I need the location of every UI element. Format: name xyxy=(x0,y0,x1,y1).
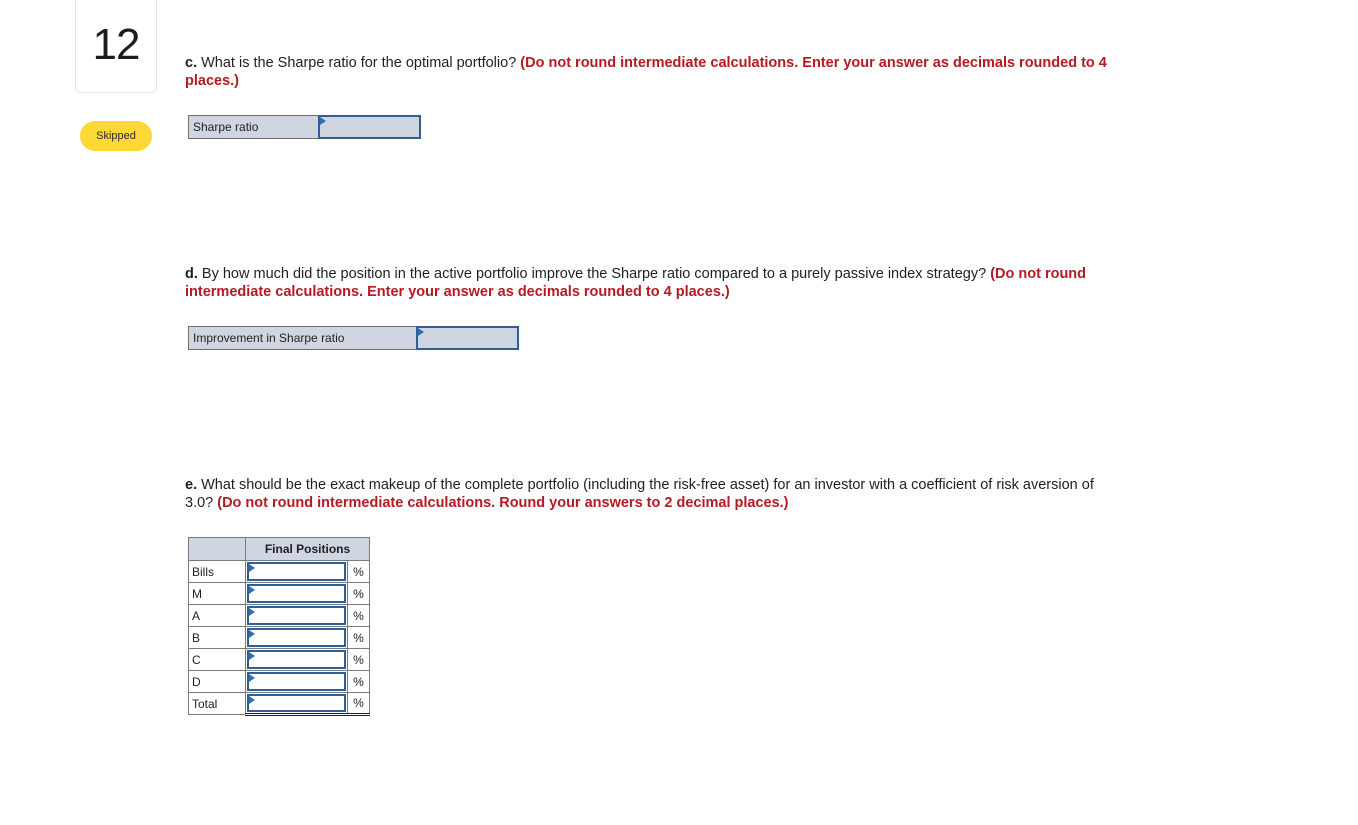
percent-unit: % xyxy=(347,626,370,649)
table-row: Total% xyxy=(188,692,370,716)
sharpe-ratio-input-cell[interactable] xyxy=(318,115,421,139)
improvement-input-cell[interactable] xyxy=(416,326,519,350)
question-number: 12 xyxy=(92,20,141,69)
table-row: D% xyxy=(188,670,370,693)
sharpe-ratio-row: Sharpe ratio xyxy=(188,115,421,139)
table-row: M% xyxy=(188,582,370,605)
row-label: C xyxy=(188,648,246,671)
percent-unit: % xyxy=(347,648,370,671)
row-label: M xyxy=(188,582,246,605)
improvement-row: Improvement in Sharpe ratio xyxy=(188,326,519,350)
final-positions-table: Final Positions Bills% M% A% B% C% D% Total% xyxy=(188,537,370,716)
improvement-label: Improvement in Sharpe ratio xyxy=(188,326,417,350)
position-input-c[interactable] xyxy=(249,652,344,667)
part-label: d. xyxy=(185,266,198,282)
input-flag-icon xyxy=(249,674,255,682)
instruction-text: (Do not round intermediate calculations.… xyxy=(217,495,789,511)
percent-unit: % xyxy=(347,560,370,583)
row-label: Total xyxy=(188,692,246,715)
input-flag-icon xyxy=(249,564,255,572)
position-input-b[interactable] xyxy=(249,630,344,645)
row-label: Bills xyxy=(188,560,246,583)
question-part-d: d. By how much did the position in the a… xyxy=(185,265,1125,301)
position-input-cell[interactable] xyxy=(245,604,348,627)
position-input-cell[interactable] xyxy=(245,626,348,649)
table-row: A% xyxy=(188,604,370,627)
position-input-cell[interactable] xyxy=(245,692,348,716)
improvement-input[interactable] xyxy=(418,328,517,348)
position-input-cell[interactable] xyxy=(245,582,348,605)
table-row: B% xyxy=(188,626,370,649)
input-flag-icon xyxy=(249,630,255,638)
header-blank-cell xyxy=(188,537,246,561)
position-input-d[interactable] xyxy=(249,674,344,689)
input-flag-icon xyxy=(418,328,424,336)
part-label: e. xyxy=(185,477,198,493)
part-label: c. xyxy=(185,55,198,71)
percent-unit: % xyxy=(347,582,370,605)
input-flag-icon xyxy=(249,608,255,616)
status-badge: Skipped xyxy=(80,121,152,151)
position-input-cell[interactable] xyxy=(245,670,348,693)
percent-unit: % xyxy=(347,692,370,716)
row-label: A xyxy=(188,604,246,627)
question-number-card: 12 xyxy=(75,0,157,93)
position-input-total[interactable] xyxy=(249,696,344,710)
position-input-cell[interactable] xyxy=(245,560,348,583)
table-header-row: Final Positions xyxy=(188,537,370,561)
row-label: B xyxy=(188,626,246,649)
input-flag-icon xyxy=(249,696,255,704)
question-text: What is the Sharpe ratio for the optimal… xyxy=(197,55,521,71)
final-positions-header: Final Positions xyxy=(245,537,370,561)
percent-unit: % xyxy=(347,604,370,627)
position-input-cell[interactable] xyxy=(245,648,348,671)
sharpe-ratio-input[interactable] xyxy=(320,117,419,137)
percent-unit: % xyxy=(347,670,370,693)
question-part-c: c. What is the Sharpe ratio for the opti… xyxy=(185,54,1125,90)
row-label: D xyxy=(188,670,246,693)
sharpe-ratio-label: Sharpe ratio xyxy=(188,115,319,139)
position-input-m[interactable] xyxy=(249,586,344,601)
table-row: C% xyxy=(188,648,370,671)
input-flag-icon xyxy=(249,586,255,594)
position-input-bills[interactable] xyxy=(249,564,344,579)
input-flag-icon xyxy=(320,117,326,125)
question-part-e: e. What should be the exact makeup of th… xyxy=(185,476,1125,512)
question-text: By how much did the position in the acti… xyxy=(197,266,991,282)
input-flag-icon xyxy=(249,652,255,660)
position-input-a[interactable] xyxy=(249,608,344,623)
table-row: Bills% xyxy=(188,560,370,583)
